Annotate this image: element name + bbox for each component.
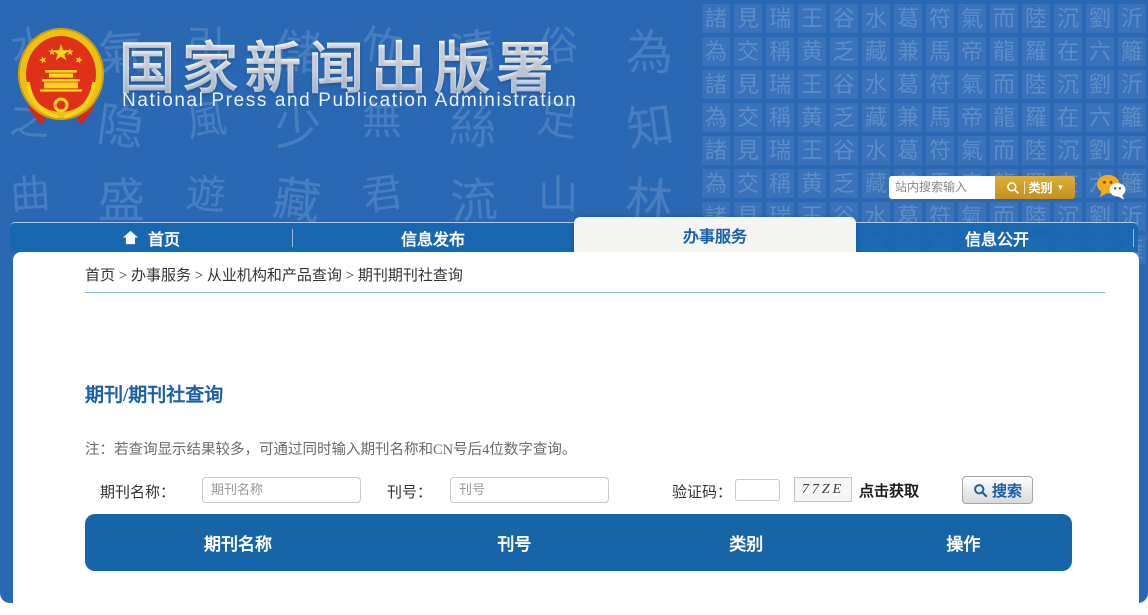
national-emblem-logo[interactable]	[16, 26, 106, 126]
nav-item-label: 首页	[148, 226, 180, 250]
nav-item-label: 信息公开	[965, 226, 1029, 250]
site-subtitle-en: National Press and Publication Administr…	[122, 90, 577, 112]
home-icon	[122, 230, 139, 245]
page: 水氣引儲竹清俗為之隐風少無絲足知曲盛遊藏君流山林 諸見瑞王谷水葛符氣而陸沉劉沂為…	[0, 0, 1148, 615]
captcha-label: 验证码：	[672, 481, 732, 502]
nav-item-label: 信息发布	[401, 226, 465, 250]
captcha-image[interactable]: 77ZE	[794, 477, 852, 502]
nav-item-news[interactable]: 信息发布	[292, 223, 574, 252]
issue-number-input[interactable]	[450, 477, 609, 503]
site-search-input[interactable]	[889, 176, 995, 199]
search-category-label: 类别	[1029, 179, 1053, 196]
captcha-refresh-link[interactable]: 点击获取	[859, 480, 919, 501]
search-category-button[interactable]: 类别 ▼	[995, 176, 1075, 199]
nav-item-disclosure[interactable]: 信息公开	[856, 223, 1138, 252]
captcha-input[interactable]	[735, 479, 780, 501]
wechat-icon[interactable]	[1096, 173, 1126, 201]
column-header-journal-name: 期刊名称	[85, 530, 391, 555]
breadcrumb[interactable]: 首页 > 办事服务 > 从业机构和产品查询 > 期刊期刊社查询	[85, 264, 463, 285]
search-icon	[973, 483, 988, 498]
search-icon	[1006, 181, 1020, 195]
issue-number-label: 刊号：	[387, 481, 432, 502]
seal-grid-watermark: 諸見瑞王谷水葛符氣而陸沉劉沂為交稱黄乏藏兼馬帝龍羅在六籬諸見瑞王谷水葛符氣而陸沉…	[700, 0, 1148, 252]
nav-separator	[292, 229, 293, 247]
nav-separator	[1133, 229, 1134, 247]
column-header-actions: 操作	[855, 530, 1072, 555]
search-divider	[1024, 181, 1025, 194]
search-button-label: 搜索	[992, 480, 1022, 501]
breadcrumb-rule	[85, 292, 1105, 293]
search-form: 期刊名称： 刊号： 验证码： 77ZE 点击获取 搜索	[13, 476, 1139, 506]
nav-item-label: 办事服务	[683, 223, 747, 247]
column-header-category: 类别	[638, 530, 855, 555]
page-title: 期刊/期刊社查询	[85, 380, 223, 407]
chevron-down-icon: ▼	[1057, 183, 1065, 192]
journal-name-label: 期刊名称：	[100, 481, 175, 502]
main-nav: 首页 信息发布 办事服务 信息公开	[10, 222, 1138, 252]
column-header-issue-number: 刊号	[391, 530, 638, 555]
nav-item-services[interactable]: 办事服务	[574, 217, 856, 253]
site-search: 类别 ▼	[889, 176, 1075, 199]
content-panel: 首页 > 办事服务 > 从业机构和产品查询 > 期刊期刊社查询 期刊/期刊社查询…	[13, 252, 1139, 615]
search-note: 注：若查询显示结果较多，可通过同时输入期刊名称和CN号后4位数字查询。	[85, 438, 576, 459]
nav-item-home[interactable]: 首页	[10, 223, 292, 252]
search-button[interactable]: 搜索	[962, 476, 1033, 504]
results-table-header: 期刊名称 刊号 类别 操作	[85, 514, 1072, 571]
journal-name-input[interactable]	[202, 477, 361, 503]
